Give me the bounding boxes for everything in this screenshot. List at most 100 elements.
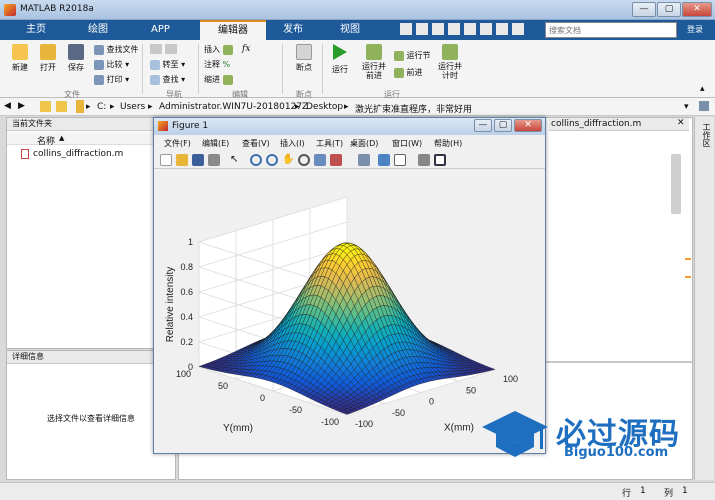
zoom-in-icon[interactable] [250,154,262,166]
figure-maximize-button[interactable]: ▢ [494,119,512,132]
figure-icon [158,121,168,131]
tab-editor[interactable]: 编辑器 [200,20,266,40]
tab-apps[interactable]: APP [133,20,188,40]
figure-minimize-button[interactable]: — [474,119,492,132]
copy-icon[interactable] [432,23,444,35]
y-axis-label: Y(mm) [223,423,253,434]
run-and-advance-button[interactable]: 运行并 前进 [358,44,390,80]
new-figure-icon[interactable] [160,154,172,166]
run-and-time-button[interactable]: 运行并 计时 [434,44,466,80]
tab-home[interactable]: 主页 [0,20,72,40]
insert-button[interactable]: 插入 [204,44,233,55]
path-segment[interactable]: C: [97,102,106,112]
new-icon [12,44,28,60]
sign-in-button[interactable]: 登录 [680,23,710,37]
tab-view[interactable]: 视图 [320,20,380,40]
open-file-icon[interactable] [176,154,188,166]
editor-tab[interactable]: collins_diffraction.m ✕ [549,118,689,131]
minimize-button[interactable]: — [632,2,656,17]
indent-button[interactable]: 缩进 [204,74,233,85]
switch-windows-icon[interactable] [496,23,508,35]
maximize-button[interactable]: ▢ [657,2,681,17]
tab-plots[interactable]: 绘图 [72,20,124,40]
show-plot-tools-icon[interactable] [434,154,446,166]
menu-insert[interactable]: 插入(I) [280,138,305,149]
compare-button[interactable]: 比较 ▾ [94,59,129,70]
print-icon [94,74,104,85]
menu-view[interactable]: 查看(V) [242,138,270,149]
new-button[interactable]: 新建 [6,44,34,73]
insert-legend-icon[interactable] [394,154,406,166]
tab-publish[interactable]: 发布 [266,20,320,40]
zoom-out-icon[interactable] [266,154,278,166]
path-segment[interactable]: 激光扩束准直程序，非常好用 [355,102,472,115]
path-dropdown-icon[interactable]: ▾ [684,102,689,112]
save-figure-icon[interactable] [192,154,204,166]
save-button[interactable]: 保存 [62,44,90,73]
advance-button[interactable]: 前进 [394,67,423,78]
path-segment[interactable]: Administrator.WIN7U-20180127Z [159,102,308,112]
column-header[interactable]: 名称 ▲ [7,132,175,147]
collapse-ribbon-icon[interactable]: ▴ [700,84,705,94]
close-button[interactable]: ✕ [682,2,712,17]
run-section-button[interactable]: 运行节 [394,50,431,61]
undo-icon[interactable] [464,23,476,35]
edit-plot-icon[interactable]: ↖ [230,154,242,166]
z-tick-label: 0.4 [180,312,193,322]
paste-icon[interactable] [448,23,460,35]
menu-tools[interactable]: 工具(T) [316,138,343,149]
browse-icon[interactable] [699,101,709,111]
menu-desktop[interactable]: 桌面(D) [350,138,378,149]
insert-colorbar-icon[interactable] [378,154,390,166]
comment-button[interactable]: 注释 % [204,59,230,70]
print-button[interactable]: 打印 ▾ [94,74,129,85]
open-folder-icon [40,44,56,60]
goto-button[interactable]: 转至 ▾ [150,59,185,70]
cut-icon[interactable] [416,23,428,35]
matlab-logo-icon [4,4,16,16]
z-axis-label: Relative intensity [165,267,176,343]
x-tick-label: -50 [392,408,405,418]
open-button[interactable]: 打开 [34,44,62,73]
forward-arrow-icon[interactable]: ▶ [18,101,25,111]
rotate-icon[interactable] [298,154,310,166]
search-docs-input[interactable] [545,22,677,38]
col-value: 1 [682,486,688,496]
name-column-header[interactable]: 名称 [37,134,55,147]
hide-plot-tools-icon[interactable] [418,154,430,166]
menu-file[interactable]: 文件(F) [164,138,191,149]
breakpoints-button[interactable]: 断点 [290,44,318,73]
help-icon[interactable] [512,23,524,35]
data-cursor-icon[interactable] [314,154,326,166]
find-button[interactable]: 查找 ▾ [150,74,185,85]
figure-title-bar: Figure 1 — ▢ ✕ [154,118,545,135]
path-segment[interactable]: Desktop [306,102,343,112]
y-tick-label: 100 [176,369,191,379]
brush-icon[interactable] [330,154,342,166]
col-label: 列 [664,489,674,499]
menu-window[interactable]: 窗口(W) [392,138,422,149]
row-value: 1 [640,486,646,496]
menu-edit[interactable]: 编辑(E) [202,138,229,149]
path-segment[interactable]: Users [120,102,145,112]
pan-icon[interactable]: ✋ [282,154,294,166]
menu-help[interactable]: 帮助(H) [434,138,462,149]
editor-scrollbar[interactable] [671,154,681,214]
redo-icon[interactable] [480,23,492,35]
run-icon [333,44,347,60]
link-plot-icon[interactable] [358,154,370,166]
up-folder-icon[interactable] [40,101,51,112]
run-button[interactable]: 运行 [326,44,354,75]
nav-back-icon[interactable] [150,44,162,54]
figure-close-button[interactable]: ✕ [514,119,542,132]
print-figure-icon[interactable] [208,154,220,166]
browse-folder-icon[interactable] [56,101,67,112]
fx-button[interactable]: fx [242,44,250,54]
back-arrow-icon[interactable]: ◀ [4,101,11,111]
close-tab-icon[interactable]: ✕ [677,118,685,128]
details-panel: 详细信息 选择文件以查看详细信息 [6,350,176,480]
search-icon [150,74,160,85]
nav-forward-icon[interactable] [165,44,177,54]
save-quick-icon[interactable] [400,23,412,35]
find-files-button[interactable]: 查找文件 [94,44,139,55]
